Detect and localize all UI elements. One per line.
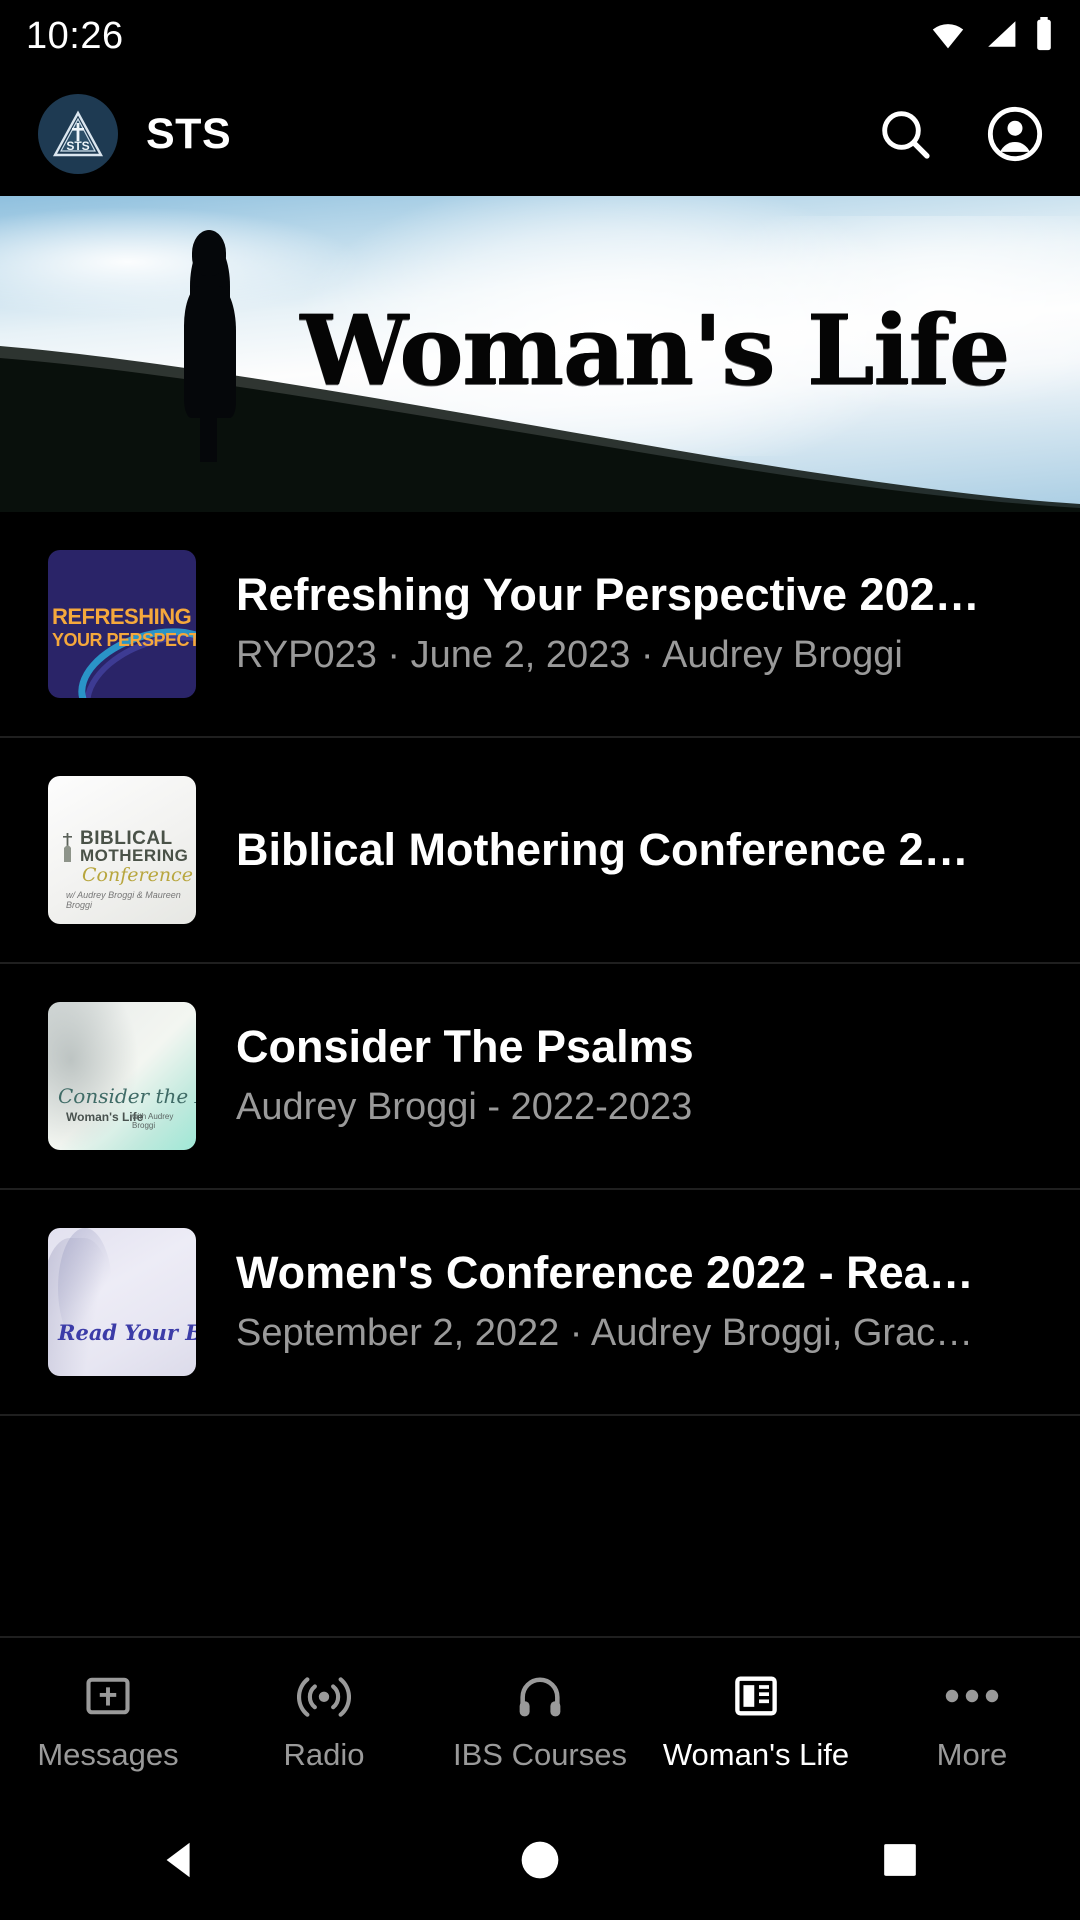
svg-text:STS: STS (66, 139, 89, 153)
recents-square-icon[interactable] (860, 1820, 940, 1900)
nav-label: More (936, 1737, 1008, 1772)
status-time: 10:26 (26, 14, 124, 57)
item-title: Consider The Psalms (236, 1021, 694, 1073)
thumb-line-3: with Audrey Broggi (132, 1112, 174, 1130)
wifi-icon (928, 18, 968, 55)
app-title: STS (146, 109, 232, 158)
item-text: Refreshing Your Perspective 202… RYP023 … (236, 567, 1040, 681)
item-title: Women's Conference 2022 - Rea… (236, 1247, 974, 1299)
nav-item-messages[interactable]: Messages (0, 1665, 216, 1773)
thumb-line-4: w/ Audrey Broggi & Maureen Broggi (66, 890, 181, 910)
news-article-icon (730, 1665, 782, 1727)
nav-label: Messages (37, 1737, 179, 1772)
hero-banner[interactable]: Woman's Life (0, 196, 1080, 512)
more-dots-icon (944, 1665, 1000, 1727)
thumb-line-1: Read Your Bible! (58, 1320, 196, 1345)
thumb-line-1: REFRESHING (52, 604, 192, 629)
content-list: REFRESHING YOUR PERSPECTIVE Refreshing Y… (0, 512, 1080, 1416)
home-circle-icon[interactable] (500, 1820, 580, 1900)
status-bar: 10:26 (0, 0, 1080, 72)
item-subtitle: RYP023 · June 2, 2023 · Audrey Broggi (236, 634, 903, 677)
item-thumbnail: Consider the Psalms Woman's Life with Au… (48, 1002, 196, 1150)
message-cross-icon (82, 1665, 134, 1727)
nav-item-ibs-courses[interactable]: IBS Courses (432, 1665, 648, 1773)
thumb-line-1: Consider the Psalms (58, 1084, 196, 1108)
cellular-signal-icon (982, 18, 1020, 55)
list-item[interactable]: REFRESHING YOUR PERSPECTIVE Refreshing Y… (0, 512, 1080, 738)
woman-silhouette (178, 230, 242, 462)
back-triangle-icon[interactable] (140, 1820, 220, 1900)
item-text: Women's Conference 2022 - Rea… September… (236, 1245, 1040, 1359)
app-screen: 10:26 STS STS Woman's Life REFRESHING YO… (0, 0, 1080, 1920)
nav-item-more[interactable]: More (864, 1665, 1080, 1773)
account-circle-icon[interactable] (984, 103, 1046, 165)
nav-label: Woman's Life (662, 1737, 850, 1772)
item-subtitle: Audrey Broggi - 2022-2023 (236, 1086, 693, 1129)
nav-item-radio[interactable]: Radio (216, 1665, 432, 1773)
app-bar-actions (874, 103, 1046, 165)
nav-label: Radio (283, 1737, 365, 1772)
cross-figure-icon (63, 833, 72, 862)
system-navigation-bar (0, 1800, 1080, 1920)
bottom-navigation: Messages Radio IBS Courses Woman's Life … (0, 1636, 1080, 1800)
item-thumbnail: BIBLICAL MOTHERING Conference w/ Audrey … (48, 776, 196, 924)
item-text: Biblical Mothering Conference 2… (236, 822, 1040, 878)
hero-title: Woman's Life (300, 294, 1010, 407)
item-subtitle: September 2, 2022 · Audrey Broggi, Grac… (236, 1312, 974, 1355)
headphones-icon (514, 1665, 566, 1727)
search-icon[interactable] (874, 103, 936, 165)
item-text: Consider The Psalms Audrey Broggi - 2022… (236, 1019, 1040, 1133)
item-thumbnail: Read Your Bible! (48, 1228, 196, 1376)
sts-triangle-cross-logo[interactable]: STS (38, 94, 118, 174)
thumb-line-3: Conference (82, 864, 193, 886)
item-title: Refreshing Your Perspective 202… (236, 569, 980, 621)
status-icons (928, 16, 1054, 56)
nav-label: IBS Courses (452, 1737, 627, 1772)
list-item[interactable]: Read Your Bible! Women's Conference 2022… (0, 1190, 1080, 1416)
list-item[interactable]: Consider the Psalms Woman's Life with Au… (0, 964, 1080, 1190)
battery-icon (1034, 16, 1054, 56)
thumb-line-2: MOTHERING (80, 846, 189, 865)
thumb-line-2: YOUR PERSPECTIVE (52, 630, 196, 650)
brand[interactable]: STS STS (38, 94, 231, 174)
item-title: Biblical Mothering Conference 2… (236, 823, 969, 875)
radio-broadcast-icon (297, 1665, 351, 1727)
list-item[interactable]: BIBLICAL MOTHERING Conference w/ Audrey … (0, 738, 1080, 964)
item-thumbnail: REFRESHING YOUR PERSPECTIVE (48, 550, 196, 698)
nav-item-womans-life[interactable]: Woman's Life (648, 1665, 864, 1773)
app-bar: STS STS (0, 72, 1080, 196)
